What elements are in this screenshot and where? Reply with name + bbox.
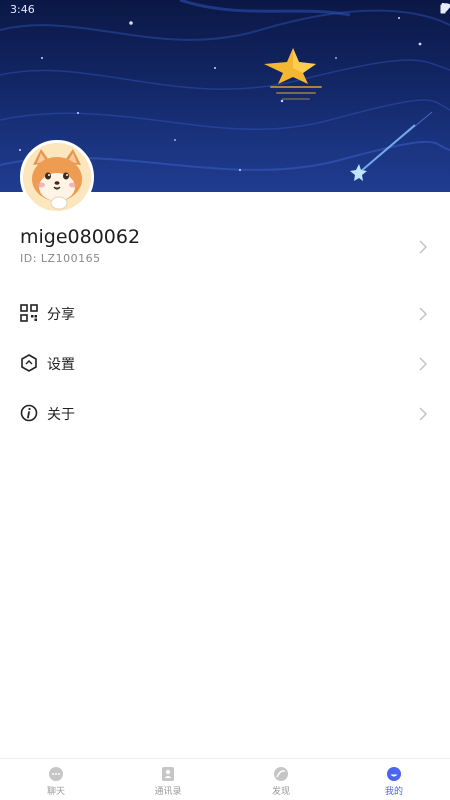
tab-contacts[interactable]: 通讯录 [112,759,224,800]
profile-icon [387,767,401,781]
chevron-right-icon [419,407,428,421]
chevron-right-icon [419,357,428,371]
menu-item-label: 设置 [47,357,75,373]
info-icon [20,404,38,422]
profile-row[interactable]: mige080062 ID: LZ100165 [0,218,450,274]
tab-profile[interactable]: 我的 [338,759,450,800]
status-time: 3:46 [10,3,35,16]
shiba-dog-avatar-icon [23,143,91,211]
bottom-tab-bar: 聊天 通讯录 发现 我的 [0,758,450,800]
user-id: ID: LZ100165 [20,252,101,265]
menu-item-label: 分享 [47,307,75,323]
menu-item-about[interactable]: 关于 [0,392,450,436]
tab-chat[interactable]: 聊天 [0,759,112,800]
menu-item-label: 关于 [47,407,75,423]
menu-item-share[interactable]: 分享 [0,292,450,336]
tab-label: 通讯录 [154,787,182,797]
qr-code-icon [20,304,38,322]
tab-label: 聊天 [46,787,65,797]
chevron-right-icon [419,240,428,254]
tab-label: 我的 [384,787,403,797]
contacts-icon [162,767,174,781]
discover-icon [274,767,288,781]
avatar[interactable] [20,140,94,214]
tab-discover[interactable]: 发现 [225,759,337,800]
menu-item-settings[interactable]: 设置 [0,342,450,386]
chat-icon [49,767,63,781]
battery-icon [440,3,446,14]
tab-label: 发现 [271,787,290,797]
status-bar: 3:46 [0,0,450,20]
settings-hexagon-icon [21,354,37,372]
chevron-right-icon [419,307,428,321]
username: mige080062 [20,226,141,248]
